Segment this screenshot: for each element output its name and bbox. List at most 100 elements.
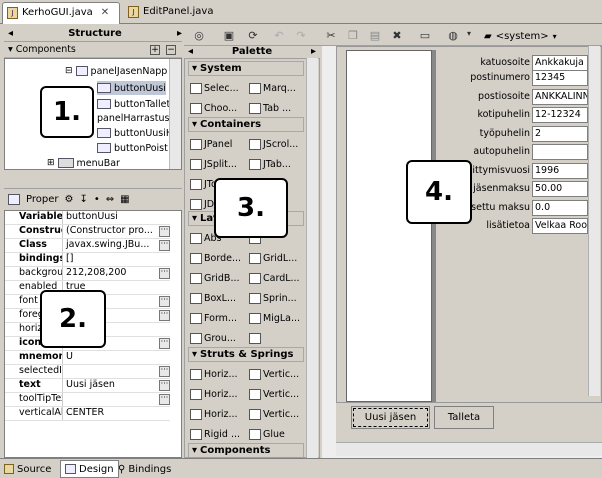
form-field-input[interactable]: 12-12324 xyxy=(532,107,588,123)
form-field-input[interactable] xyxy=(532,144,588,160)
refresh-icon[interactable]: ⟳ xyxy=(246,29,260,43)
palette-item[interactable]: Horiz... xyxy=(190,366,248,382)
palette-item[interactable]: Horiz... xyxy=(190,406,248,422)
edit-value-icon[interactable]: ··· xyxy=(159,338,170,349)
expand-all-icon[interactable]: + xyxy=(150,44,160,55)
tab-design[interactable]: Design xyxy=(60,460,119,478)
cut-icon[interactable]: ✂ xyxy=(324,29,338,43)
tree-node-buttonuusi[interactable]: buttonUusi xyxy=(97,81,166,95)
palette-item[interactable]: CardL... xyxy=(249,270,307,286)
palette-item[interactable]: JTab... xyxy=(249,156,307,172)
show-advanced-icon[interactable]: • xyxy=(94,194,100,205)
palette-category[interactable]: ▾ System xyxy=(188,61,304,76)
palette-item[interactable]: JSplit... xyxy=(190,156,248,172)
goto-definition-icon[interactable]: ↧ xyxy=(79,194,87,205)
property-row[interactable]: background212,208,200··· xyxy=(5,267,170,281)
show-events-icon[interactable]: ⚙ xyxy=(64,194,73,205)
copy-icon[interactable]: ❐ xyxy=(346,29,360,43)
components-arrow-icon[interactable]: ▾ xyxy=(8,44,13,55)
palette-item[interactable]: Borde... xyxy=(190,250,248,266)
edit-value-icon[interactable]: ··· xyxy=(159,380,170,391)
form-field-input[interactable]: Velkaa Roop xyxy=(532,218,588,234)
tab-kerhogui[interactable]: J KerhoGUI.java ✕ xyxy=(2,2,120,24)
preferences-icon[interactable]: ▣ xyxy=(222,29,236,43)
tab-editpanel[interactable]: J EditPanel.java xyxy=(124,2,224,24)
paste-icon[interactable]: ▤ xyxy=(368,29,382,43)
property-value[interactable]: CENTER xyxy=(63,407,170,420)
expand-icon[interactable]: ⊟ xyxy=(65,66,73,76)
palette-item[interactable]: Vertic... xyxy=(249,366,307,382)
palette-item[interactable]: Sprin... xyxy=(249,290,307,306)
tree-node-menubar[interactable]: ⊞ menuBar xyxy=(47,156,120,169)
palette-item[interactable]: JPanel xyxy=(190,136,248,152)
palette-item[interactable]: Marq... xyxy=(249,80,307,96)
close-icon[interactable]: ✕ xyxy=(101,7,109,18)
palette-item[interactable]: Horiz... xyxy=(190,386,248,402)
edit-value-icon[interactable]: ··· xyxy=(159,310,170,321)
property-value[interactable]: javax.swing.JBu... xyxy=(63,239,170,252)
form-field-input[interactable]: 12345 xyxy=(532,70,588,86)
form-field-input[interactable]: 50.00 xyxy=(532,181,588,197)
palette-item[interactable]: Form... xyxy=(190,310,248,326)
palette-item[interactable]: Choo... xyxy=(190,100,248,116)
form-field-input[interactable]: 0.0 xyxy=(532,199,588,216)
form-scrollbar[interactable] xyxy=(588,46,600,396)
delete-icon[interactable]: ✖ xyxy=(390,29,404,43)
tree-node-buttonpoist[interactable]: buttonPoist xyxy=(97,141,168,155)
property-row[interactable]: Class javax.swing.JBu... ··· xyxy=(5,239,170,253)
test-gui-icon[interactable]: ◎ xyxy=(192,29,206,43)
edit-value-icon[interactable]: ··· xyxy=(159,268,170,279)
expand-arrow-icon[interactable]: ▸ xyxy=(177,28,182,39)
palette-item[interactable] xyxy=(249,330,307,346)
property-value[interactable]: buttonUusi xyxy=(63,211,170,224)
new-member-button[interactable]: Uusi jäsen xyxy=(351,406,430,429)
tree-node-buttonuusih[interactable]: buttonUusiH xyxy=(97,126,173,140)
redo-icon[interactable]: ↷ xyxy=(294,29,308,43)
property-row[interactable]: text Uusi jäsen ··· xyxy=(5,379,170,393)
tree-node-panelharrastus[interactable]: panelHarrastusf xyxy=(97,111,173,125)
property-value[interactable]: Uusi jäsen xyxy=(63,379,170,392)
edit-value-icon[interactable]: ··· xyxy=(159,296,170,307)
save-button[interactable]: Talleta xyxy=(434,406,494,429)
undo-icon[interactable]: ↶ xyxy=(272,29,286,43)
look-and-feel-selector[interactable]: ▰ <system> ▾ xyxy=(484,28,580,44)
property-value[interactable]: (Constructor pro... xyxy=(63,225,170,238)
property-row[interactable]: Variable buttonUusi xyxy=(5,211,170,225)
palette-item[interactable]: Vertic... xyxy=(249,386,307,402)
form-field-input[interactable]: ANKKALINN xyxy=(532,88,588,105)
palette-item[interactable]: GridB... xyxy=(190,270,248,286)
collapse-arrow-icon[interactable]: ◂ xyxy=(8,28,13,39)
edit-value-icon[interactable]: ··· xyxy=(159,240,170,251)
edit-value-icon[interactable]: ··· xyxy=(159,366,170,377)
palette-item[interactable]: Vertic... xyxy=(249,406,307,422)
edit-value-icon[interactable]: ··· xyxy=(159,226,170,237)
form-field-input[interactable]: Ankkakuja 6 xyxy=(532,55,588,71)
member-list[interactable] xyxy=(346,50,432,402)
palette-category[interactable]: ▾ Components xyxy=(188,443,304,457)
tab-source[interactable]: Source xyxy=(4,461,51,477)
palette-item[interactable]: GridL... xyxy=(249,250,307,266)
tree-node-buttontallet[interactable]: buttonTallet xyxy=(97,97,170,111)
tab-bindings[interactable]: ⚲ Bindings xyxy=(118,461,171,477)
restore-default-icon[interactable]: ⇔ xyxy=(106,194,114,205)
globe-icon[interactable]: ◍ xyxy=(446,29,460,43)
palette-item[interactable]: MigLa... xyxy=(249,310,307,326)
tree-node-paneljasennapp[interactable]: ⊟ panelJasenNapp xyxy=(65,64,167,78)
edit-value-icon[interactable]: ··· xyxy=(159,394,170,405)
tree-scrollbar[interactable] xyxy=(169,59,181,169)
form-field-input[interactable]: 1996 xyxy=(532,162,588,179)
property-row[interactable]: Construct...(Constructor pro...··· xyxy=(5,225,170,239)
property-row[interactable]: mnemon...U xyxy=(5,351,170,365)
palette-category[interactable]: ▾ Containers xyxy=(188,117,304,132)
property-row[interactable]: verticalAli...CENTER xyxy=(5,407,170,421)
property-value[interactable]: 212,208,200 xyxy=(63,267,170,280)
property-row[interactable]: bindings[] xyxy=(5,253,170,267)
menu-icon[interactable]: ▦ xyxy=(120,194,129,205)
form-field-input[interactable]: 2 xyxy=(532,125,588,142)
horizontal-scrollbar[interactable] xyxy=(336,442,602,456)
property-value[interactable] xyxy=(63,365,170,378)
property-value[interactable]: U xyxy=(63,351,170,364)
palette-item[interactable]: Grou... xyxy=(190,330,248,346)
palette-item[interactable]: Glue xyxy=(249,426,307,442)
property-row[interactable]: toolTipText ··· xyxy=(5,393,170,407)
